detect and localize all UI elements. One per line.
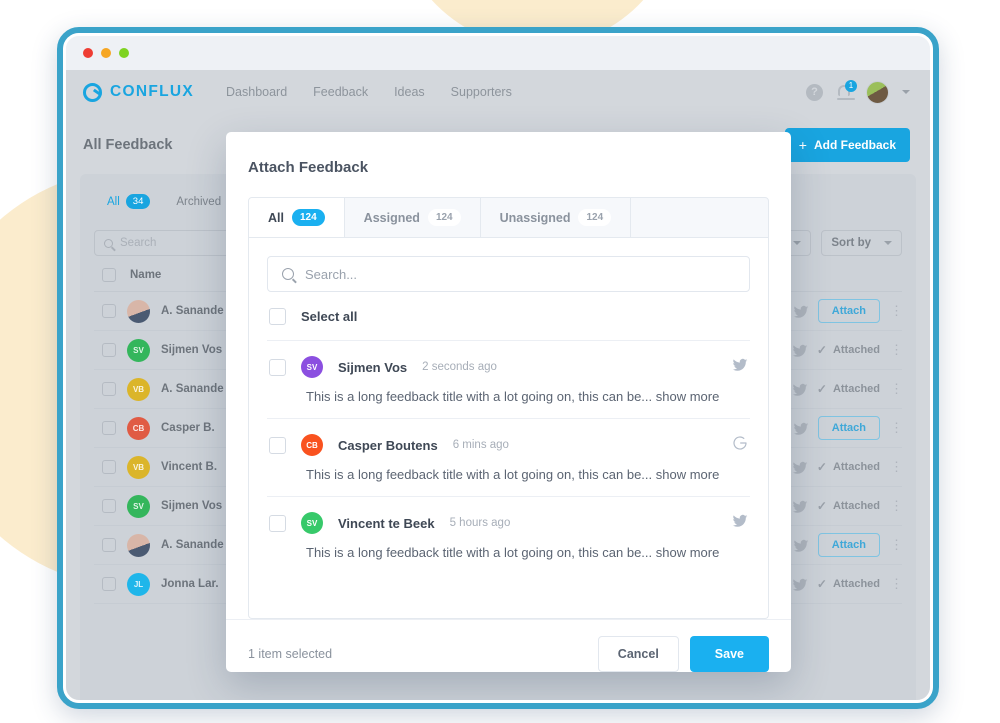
feedback-author-name: Casper Boutens	[338, 437, 438, 453]
feedback-text: This is a long feedback title with a lot…	[269, 467, 748, 482]
feedback-item-list: SV Sijmen Vos 2 seconds ago This is a long …	[267, 341, 750, 574]
feedback-excerpt: This is a long feedback title with a lot…	[306, 389, 656, 404]
tab-filler	[631, 198, 768, 237]
cancel-button[interactable]: Cancel	[597, 636, 679, 672]
modal-title: Attach Feedback	[248, 159, 369, 176]
select-all-label: Select all	[301, 309, 358, 324]
browser-window: CONFLUX Dashboard Feedback Ideas Support…	[57, 27, 939, 709]
modal-search-input[interactable]: Search...	[267, 256, 750, 292]
tab-assigned-count: 124	[427, 209, 461, 226]
modal-footer: 1 item selected Cancel Save	[226, 619, 791, 672]
twitter-icon	[732, 357, 748, 378]
browser-inner: CONFLUX Dashboard Feedback Ideas Support…	[63, 33, 933, 703]
feedback-text: This is a long feedback title with a lot…	[269, 545, 748, 560]
feedback-item-checkbox[interactable]	[269, 514, 286, 532]
feedback-item-checkbox[interactable]	[269, 358, 286, 376]
avatar: CB	[301, 434, 323, 456]
search-icon	[282, 268, 294, 280]
twitter-icon	[732, 513, 748, 534]
modal-tabs: All 124 Assigned 124 Unassigned 124	[248, 197, 769, 238]
modal-search-placeholder: Search...	[305, 266, 358, 282]
modal-footer-buttons: Cancel Save	[597, 636, 769, 672]
modal-body: Search... Select all SV Sijmen Vos 2 secon…	[226, 238, 791, 619]
feedback-author-name: Sijmen Vos	[338, 359, 408, 375]
select-all-checkbox[interactable]	[269, 308, 286, 325]
tab-unassigned-label: Unassigned	[499, 210, 571, 225]
attach-feedback-modal: Attach Feedback All 124 Assigned 124 Una…	[226, 132, 791, 672]
avatar: SV	[301, 512, 323, 534]
feedback-item[interactable]: CB Casper Boutens 6 mins ago This is a long…	[267, 419, 750, 497]
feedback-excerpt: This is a long feedback title with a lot…	[306, 467, 656, 482]
show-more-link[interactable]: show more	[656, 389, 720, 404]
save-button[interactable]: Save	[689, 636, 769, 672]
feedback-item[interactable]: SV Sijmen Vos 2 seconds ago This is a long …	[267, 341, 750, 419]
tab-assigned-label: Assigned	[363, 210, 420, 225]
feedback-timestamp: 2 seconds ago	[422, 361, 497, 373]
feedback-item-header: SV Sijmen Vos 2 seconds ago	[269, 356, 748, 378]
screenshot-stage: CONFLUX Dashboard Feedback Ideas Support…	[0, 0, 1000, 723]
feedback-timestamp: 5 hours ago	[449, 517, 511, 529]
tab-all-count: 124	[291, 209, 325, 226]
avatar: SV	[301, 356, 323, 378]
modal-panel: Search... Select all SV Sijmen Vos 2 secon…	[248, 238, 769, 619]
feedback-item-checkbox[interactable]	[269, 436, 286, 454]
feedback-author-name: Vincent te Beek	[338, 515, 435, 531]
selected-count-label: 1 item selected	[248, 647, 333, 661]
show-more-link[interactable]: show more	[656, 467, 720, 482]
tab-unassigned[interactable]: Unassigned 124	[481, 198, 632, 237]
tab-all-label: All	[268, 210, 284, 225]
tab-all[interactable]: All 124	[249, 198, 345, 237]
tab-unassigned-count: 124	[578, 209, 612, 226]
modal-overlay: Attach Feedback All 124 Assigned 124 Una…	[66, 36, 930, 700]
feedback-timestamp: 6 mins ago	[452, 439, 509, 451]
show-more-link[interactable]: show more	[656, 545, 720, 560]
select-all-row[interactable]: Select all	[267, 292, 750, 341]
feedback-item-header: SV Vincent te Beek 5 hours ago	[269, 512, 748, 534]
feedback-item[interactable]: SV Vincent te Beek 5 hours ago This is a lo…	[267, 497, 750, 574]
google-icon	[732, 435, 748, 456]
feedback-excerpt: This is a long feedback title with a lot…	[306, 545, 656, 560]
tab-assigned[interactable]: Assigned 124	[345, 198, 481, 237]
feedback-text: This is a long feedback title with a lot…	[269, 389, 748, 404]
feedback-item-header: CB Casper Boutens 6 mins ago	[269, 434, 748, 456]
